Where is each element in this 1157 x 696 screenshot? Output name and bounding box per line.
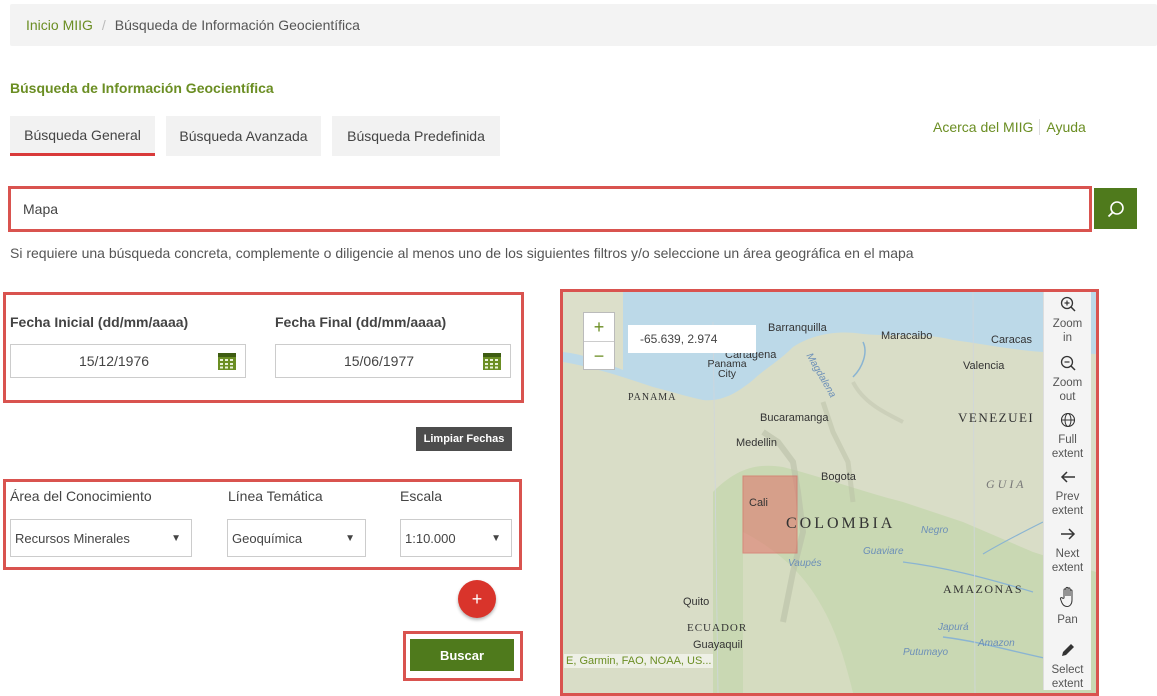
search-button[interactable] bbox=[1094, 188, 1137, 229]
top-links: Acerca del MIIG Ayuda bbox=[933, 119, 1086, 135]
zoom-out-icon bbox=[1044, 355, 1091, 376]
tab-busqueda-predefinida[interactable]: Búsqueda Predefinida bbox=[332, 116, 500, 156]
clear-dates-button[interactable]: Limpiar Fechas bbox=[416, 427, 512, 451]
escala-label: Escala bbox=[400, 488, 443, 504]
start-date-field[interactable]: 15/12/1976 bbox=[10, 344, 246, 378]
map-toolbar: Zoom in Zoom out Full extent Prev extent… bbox=[1043, 292, 1091, 690]
area-select-value: Recursos Minerales bbox=[15, 530, 130, 546]
map-label-ecuador: ECUADOR bbox=[687, 622, 748, 634]
zoom-out-tool[interactable]: Zoom out bbox=[1044, 355, 1091, 404]
map-label-valencia: Valencia bbox=[963, 360, 1005, 372]
calendar-icon[interactable] bbox=[482, 351, 502, 371]
search-submit-button[interactable]: Buscar bbox=[410, 639, 514, 671]
linea-select-value: Geoquímica bbox=[232, 530, 303, 546]
map-coordinates: -65.639, 2.974 bbox=[628, 325, 756, 353]
prev-extent-tool[interactable]: Prev extent bbox=[1044, 469, 1091, 518]
link-divider bbox=[1039, 119, 1041, 135]
breadcrumb-separator: / bbox=[101, 17, 106, 33]
full-extent-tool[interactable]: Full extent bbox=[1044, 412, 1091, 461]
start-date-label: Fecha Inicial (dd/mm/aaaa) bbox=[10, 314, 189, 330]
tool-label: out bbox=[1059, 391, 1076, 403]
about-link[interactable]: Acerca del MIIG bbox=[933, 119, 1033, 135]
map-label-guayaquil: Guayaquil bbox=[693, 639, 743, 651]
tool-label: Pan bbox=[1057, 614, 1078, 626]
next-extent-tool[interactable]: Next extent bbox=[1044, 526, 1091, 575]
tool-label: in bbox=[1063, 332, 1072, 344]
globe-icon bbox=[1044, 412, 1091, 433]
end-date-field[interactable]: 15/06/1977 bbox=[275, 344, 511, 378]
map-label-cali: Cali bbox=[749, 497, 768, 509]
chevron-down-icon: ▼ bbox=[171, 532, 181, 544]
map-zoom-control: + − bbox=[583, 312, 615, 370]
area-label: Área del Conocimiento bbox=[10, 488, 152, 504]
map-label-japura: Japurá bbox=[938, 622, 969, 633]
tool-label: Prev bbox=[1055, 491, 1080, 503]
map-zoom-in-button[interactable]: + bbox=[584, 313, 614, 342]
map-label-amazonas: AMAZONAS bbox=[943, 582, 1024, 596]
chevron-down-icon: ▼ bbox=[345, 532, 355, 544]
page-title: Búsqueda de Información Geocientífica bbox=[10, 80, 274, 96]
tool-label: extent bbox=[1051, 562, 1084, 574]
escala-select[interactable]: 1:10.000 ▼ bbox=[400, 519, 512, 557]
search-input[interactable] bbox=[21, 200, 1065, 218]
tool-label: Next bbox=[1055, 548, 1080, 560]
area-select[interactable]: Recursos Minerales ▼ bbox=[10, 519, 192, 557]
map-attribution: E, Garmin, FAO, NOAA, US... bbox=[564, 654, 714, 668]
map-label-colombia: COLOMBIA bbox=[786, 515, 896, 532]
linea-label: Línea Temática bbox=[228, 488, 323, 504]
map-label-maracaibo: Maracaibo bbox=[881, 330, 933, 342]
arrow-left-icon bbox=[1044, 469, 1091, 490]
tool-label: Zoom bbox=[1052, 377, 1083, 389]
map-label-caracas: Caracas bbox=[991, 334, 1032, 346]
escala-select-value: 1:10.000 bbox=[405, 530, 456, 546]
map-label-quito: Quito bbox=[683, 596, 710, 608]
start-date-value: 15/12/1976 bbox=[78, 353, 150, 369]
search-icon bbox=[1107, 200, 1124, 217]
tool-label: extent bbox=[1051, 678, 1084, 690]
map-label-vaupes: Vaupés bbox=[788, 558, 822, 569]
map-label-putumayo: Putumayo bbox=[903, 647, 949, 658]
linea-select[interactable]: Geoquímica ▼ bbox=[227, 519, 366, 557]
tool-label: Select bbox=[1051, 664, 1084, 676]
map-label-panama-city: Panama City bbox=[707, 358, 747, 380]
hand-icon bbox=[1044, 586, 1091, 613]
tool-label: extent bbox=[1051, 505, 1084, 517]
map-zoom-out-button[interactable]: − bbox=[584, 342, 614, 370]
tab-busqueda-general[interactable]: Búsqueda General bbox=[10, 116, 155, 156]
map-label-medellin: Medellin bbox=[736, 437, 777, 449]
calendar-icon[interactable] bbox=[217, 351, 237, 371]
map-label-bogota: Bogota bbox=[821, 471, 856, 483]
map-label-guaviare: Guaviare bbox=[863, 546, 904, 557]
add-filter-button[interactable]: + bbox=[458, 580, 496, 618]
end-date-label: Fecha Final (dd/mm/aaaa) bbox=[275, 314, 447, 330]
breadcrumb-current: Búsqueda de Información Geocientífica bbox=[114, 17, 360, 33]
tool-label: extent bbox=[1051, 448, 1084, 460]
map-label-guia: G U I A bbox=[986, 477, 1024, 491]
help-link[interactable]: Ayuda bbox=[1046, 119, 1085, 135]
map-label-amazon: Amazon bbox=[978, 638, 1015, 649]
map-label-bucaramanga: Bucaramanga bbox=[760, 412, 829, 424]
tab-busqueda-avanzada[interactable]: Búsqueda Avanzada bbox=[166, 116, 321, 156]
map-label-panama: PANAMA bbox=[628, 392, 677, 403]
tab-label: Búsqueda Avanzada bbox=[179, 128, 308, 144]
search-box-frame bbox=[8, 186, 1092, 232]
tool-label: Full bbox=[1058, 434, 1077, 446]
pan-tool[interactable]: Pan bbox=[1044, 586, 1091, 627]
tool-label: Zoom bbox=[1052, 318, 1083, 330]
map-label-negro: Negro bbox=[921, 525, 949, 536]
end-date-value: 15/06/1977 bbox=[343, 353, 415, 369]
search-hint: Si requiere una búsqueda concreta, compl… bbox=[10, 245, 914, 261]
map-label-venezuela: VENEZUEI bbox=[958, 410, 1035, 425]
tab-label: Búsqueda Predefinida bbox=[347, 128, 485, 144]
tab-label: Búsqueda General bbox=[24, 126, 141, 143]
zoom-in-icon bbox=[1044, 296, 1091, 317]
breadcrumb: Inicio MIIG / Búsqueda de Información Ge… bbox=[10, 4, 1157, 46]
map-label-barranquilla: Barranquilla bbox=[768, 322, 827, 334]
breadcrumb-home-link[interactable]: Inicio MIIG bbox=[26, 17, 93, 33]
chevron-down-icon: ▼ bbox=[491, 532, 501, 544]
select-extent-tool[interactable]: Select extent bbox=[1044, 642, 1091, 691]
pencil-icon bbox=[1044, 642, 1091, 663]
zoom-in-tool[interactable]: Zoom in bbox=[1044, 296, 1091, 345]
arrow-right-icon bbox=[1044, 526, 1091, 547]
